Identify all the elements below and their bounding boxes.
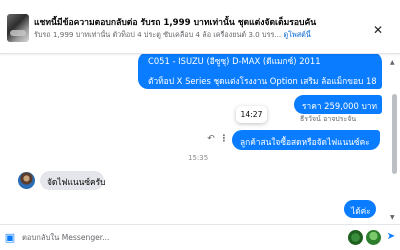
more-icon[interactable]: ⋮ [219,134,229,144]
outgoing-message-car-details: C051 - ISUZU (อีซูซุ) D-MAX (ดีแมกซ์) 20… [138,54,382,89]
post-subtitle: รับรถ 1,999 บาทเท่านั้น ตัวท็อป 4 ประตู … [34,30,364,41]
emoji-icon[interactable] [366,230,381,245]
customer-avatar[interactable] [18,172,35,189]
message-input[interactable]: ตอบกลับใน Messenger... [22,229,322,247]
message-time-tooltip: 14:27 [236,106,267,123]
post-title: แชทนี้มีข้อความตอบกลับต่อ รับรถ 1,999 บา… [34,18,317,28]
scroll-down-arrow-icon[interactable]: ▼ [390,214,398,222]
send-icon[interactable]: ➤ [385,231,397,243]
post-subtitle-text: รับรถ 1,999 บาทเท่านั้น ตัวท็อป 4 ประตู … [34,30,282,39]
conversation-header: แชทนี้มีข้อความตอบกลับต่อ รับรถ 1,999 บา… [0,0,400,54]
agent-reply-text: ได้ค่ะ [351,206,371,216]
close-icon[interactable]: ✕ [370,22,386,38]
message-composer: ▣ ตอบกลับใน Messenger... ➤ [0,224,400,250]
sticker-icon[interactable] [348,230,363,245]
outgoing-message-ack: ได้ค่ะ [344,200,376,218]
outgoing-message-price: ราคา 259,000 บาท [294,95,382,114]
message-list[interactable]: C051 - ISUZU (อีซูซุ) D-MAX (ดีแมกซ์) 20… [0,54,400,224]
view-post-link[interactable]: ดูโพสต์นี้ [283,30,310,39]
scroll-up-arrow-icon[interactable]: ▲ [390,59,398,67]
incoming-message: จัดไฟแนนซ์ครับ [40,171,106,190]
reply-icon[interactable]: ↶ [206,134,216,144]
post-thumbnail[interactable] [7,14,29,42]
outgoing-message-question: ลูกค้าสนใจซื้อสดหรือจัดไฟแนนซ์คะ [232,130,380,150]
car-model-line: C051 - ISUZU (อีซูซุ) D-MAX (ดีแมกซ์) 20… [148,56,321,66]
image-icon[interactable]: ▣ [3,231,17,245]
time-separator: 15:35 [188,154,209,162]
sender-name: ธีรวัจน์ อาจประจัน [300,115,357,123]
car-option-line: ตัวท็อป X Series ชุดแต่งโรงงาน Option เส… [148,76,377,86]
question-text: ลูกค้าสนใจซื้อสดหรือจัดไฟแนนซ์คะ [240,137,370,147]
scrollbar-thumb[interactable] [392,94,397,174]
customer-reply-text: จัดไฟแนนซ์ครับ [47,177,106,187]
price-text: ราคา 259,000 บาท [302,101,378,111]
